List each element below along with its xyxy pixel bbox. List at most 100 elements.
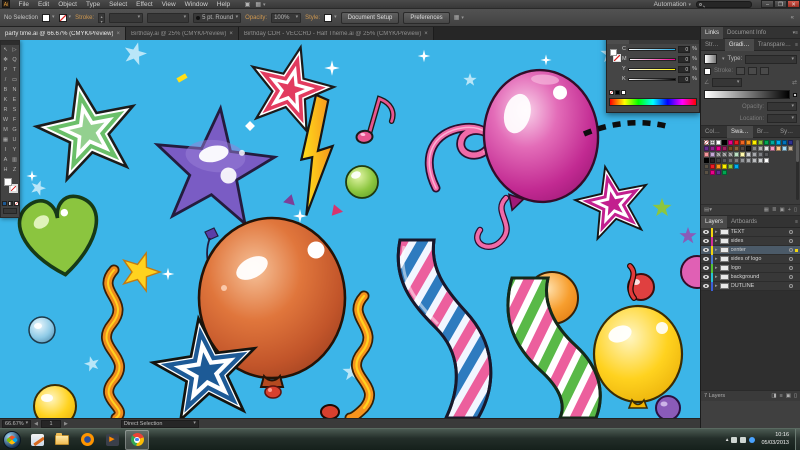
new-swatch-icon[interactable]: +: [788, 207, 791, 213]
layer-name[interactable]: logo: [731, 265, 787, 271]
swatch[interactable]: [746, 146, 751, 151]
swatch[interactable]: [722, 164, 727, 169]
swatch[interactable]: [722, 158, 727, 163]
last-artboard-icon[interactable]: ▶: [64, 421, 68, 427]
status-tool-dropdown[interactable]: Direct Selection▾: [121, 420, 199, 428]
swatch[interactable]: [710, 140, 715, 145]
swatch[interactable]: [728, 158, 733, 163]
swatch[interactable]: [764, 152, 769, 157]
new-group-icon[interactable]: ▣: [780, 207, 785, 213]
opacity-dropdown[interactable]: 100%▾: [271, 13, 301, 23]
symbols-panel-tab[interactable]: Symbols: [776, 126, 800, 138]
none-mode-button[interactable]: [14, 201, 19, 206]
visibility-eye-icon[interactable]: [703, 248, 709, 252]
swatch[interactable]: [758, 158, 763, 163]
tool-button[interactable]: B: [1, 85, 10, 95]
tool-button[interactable]: W: [1, 115, 10, 125]
clipping-mask-icon[interactable]: ◨: [771, 393, 776, 399]
swatch[interactable]: [752, 158, 757, 163]
swatch[interactable]: [728, 140, 733, 145]
swatch[interactable]: [782, 146, 787, 151]
swatch[interactable]: [716, 140, 721, 145]
swatch[interactable]: [758, 152, 763, 157]
magenta-slider[interactable]: [629, 58, 677, 61]
minimize-button[interactable]: –: [761, 0, 774, 8]
brush-preset-dropdown[interactable]: 5 pt. Round▾: [193, 13, 241, 23]
stroke-link[interactable]: Stroke:: [75, 15, 94, 21]
target-circle-icon[interactable]: [789, 248, 793, 252]
gradient-thumbnail[interactable]: [704, 54, 717, 64]
target-circle-icon[interactable]: [789, 266, 793, 270]
menu-item[interactable]: Edit: [33, 0, 53, 9]
tool-button[interactable]: F: [10, 115, 19, 125]
tool-button[interactable]: S: [10, 105, 19, 115]
visibility-eye-icon[interactable]: [703, 275, 709, 279]
layer-row[interactable]: ▸ sides of logo: [701, 255, 800, 264]
magenta-value[interactable]: 0: [678, 56, 690, 63]
yellow-value[interactable]: 0: [678, 66, 690, 73]
swatch[interactable]: [734, 152, 739, 157]
swatch[interactable]: [764, 146, 769, 151]
swatches-panel-tab[interactable]: Swatches: [727, 126, 753, 138]
tool-button[interactable]: Z: [10, 165, 19, 175]
visibility-eye-icon[interactable]: [703, 266, 709, 270]
swatch[interactable]: [710, 146, 715, 151]
layer-name[interactable]: TEXT: [731, 229, 787, 235]
expand-triangle-icon[interactable]: ▸: [715, 229, 718, 235]
swatch-libraries-icon[interactable]: ▤▾: [704, 207, 712, 213]
stroke-across-button[interactable]: [760, 67, 769, 75]
swatch[interactable]: [776, 140, 781, 145]
align-icon[interactable]: ▦▾: [454, 14, 464, 21]
gradient-type-dropdown[interactable]: ▾: [745, 55, 797, 64]
swatch[interactable]: [722, 140, 727, 145]
tool-button[interactable]: ▥: [10, 155, 19, 165]
target-circle-icon[interactable]: [789, 284, 793, 288]
document-tab[interactable]: Birthday.ai @ 25% (CMYK/Preview) ×: [126, 27, 239, 40]
tool-button[interactable]: U: [10, 135, 19, 145]
canvas-artwork[interactable]: [0, 40, 700, 418]
artboards-panel-tab[interactable]: Artboards: [727, 216, 761, 228]
start-button[interactable]: [3, 431, 21, 449]
layer-row[interactable]: ▸ background: [701, 273, 800, 282]
swatch[interactable]: [782, 140, 787, 145]
tray-network-icon[interactable]: [749, 437, 755, 443]
hidden-icons-arrow[interactable]: ▴: [726, 437, 729, 443]
tab-close-icon[interactable]: ×: [116, 31, 120, 37]
swatch[interactable]: [740, 146, 745, 151]
panel-menu-icon[interactable]: ≡: [795, 42, 800, 48]
taskbar-item-explorer[interactable]: [50, 430, 74, 450]
panel-menu-icon[interactable]: ≡: [795, 219, 800, 225]
menu-item[interactable]: Object: [54, 0, 82, 9]
tool-button[interactable]: N: [10, 85, 19, 95]
swatch[interactable]: [716, 152, 721, 157]
delete-swatch-icon[interactable]: ▯: [794, 207, 797, 213]
tool-button[interactable]: E: [10, 95, 19, 105]
stroke-along-button[interactable]: [748, 67, 757, 75]
gradient-location-dropdown[interactable]: ▾: [767, 114, 797, 123]
tool-button[interactable]: ↖: [1, 45, 10, 55]
delete-layer-icon[interactable]: ▯: [794, 393, 797, 399]
tool-button[interactable]: H: [1, 165, 10, 175]
swatch[interactable]: [764, 140, 769, 145]
swatch[interactable]: [704, 170, 709, 175]
gradient-opacity-dropdown[interactable]: ▾: [767, 102, 797, 111]
visibility-eye-icon[interactable]: [703, 257, 709, 261]
cyan-slider[interactable]: [628, 48, 676, 51]
layer-row[interactable]: ▸ center: [701, 246, 800, 255]
color-guide-panel-tab[interactable]: Color Guide: [701, 126, 727, 138]
taskbar-item-paint[interactable]: [25, 430, 49, 450]
tool-button[interactable]: /: [1, 75, 10, 85]
links-panel-tab[interactable]: Links: [701, 27, 723, 39]
tool-button[interactable]: ▷: [10, 45, 19, 55]
collapse-dock-icon[interactable]: «: [791, 15, 796, 21]
document-tab[interactable]: party time.ai @ 66.67% (CMYK/Preview) ×: [0, 27, 126, 40]
fill-stroke-control[interactable]: [3, 177, 17, 199]
swatch[interactable]: [722, 146, 727, 151]
style-link[interactable]: Style:: [305, 15, 320, 21]
new-layer-icon[interactable]: ▣: [786, 393, 791, 399]
swatch[interactable]: [776, 146, 781, 151]
swatch[interactable]: [716, 164, 721, 169]
expand-triangle-icon[interactable]: ▸: [715, 283, 718, 289]
swatch[interactable]: [728, 164, 733, 169]
reverse-gradient-icon[interactable]: ⇄: [792, 79, 797, 86]
